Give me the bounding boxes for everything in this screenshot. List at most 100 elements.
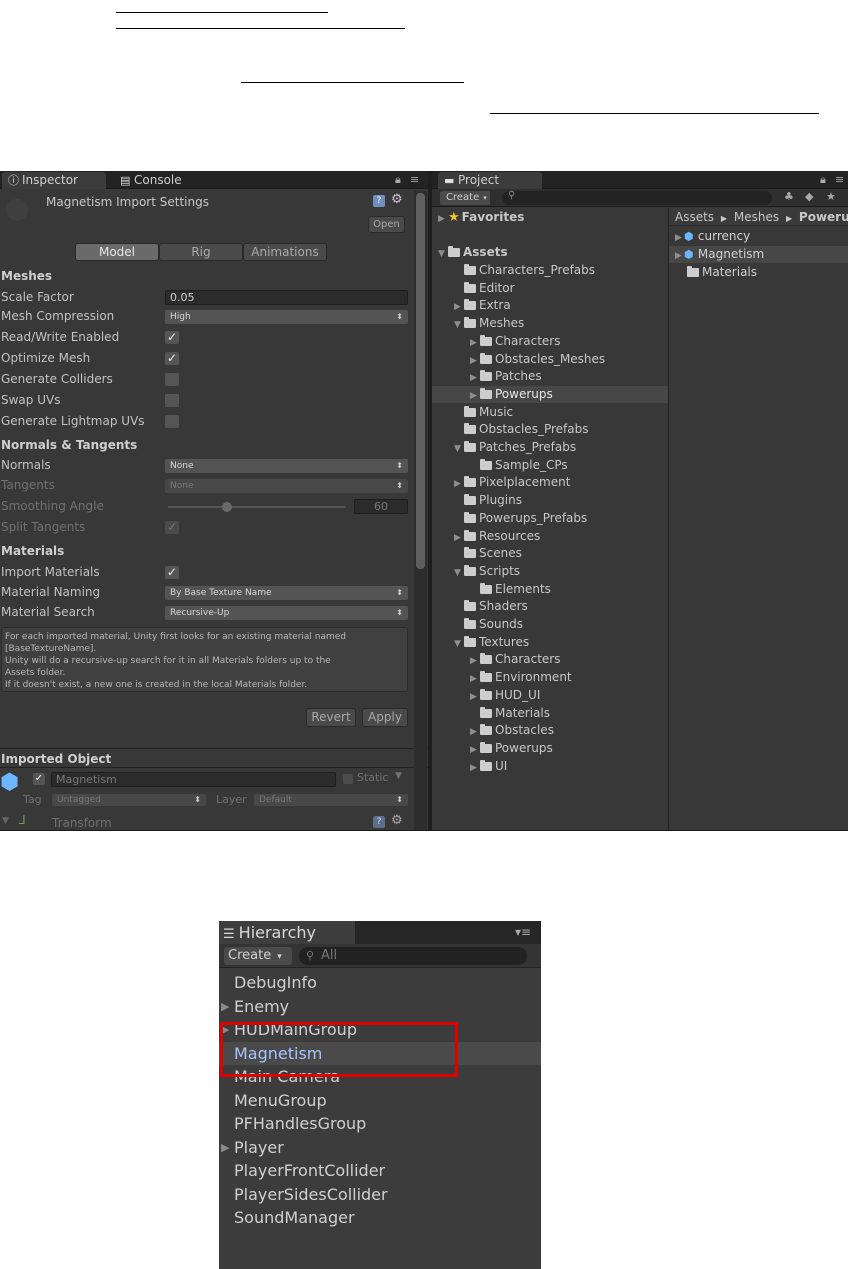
tree-item[interactable]: ▶ Powerups <box>432 740 668 757</box>
tab-menu-icon[interactable]: ≡ <box>410 173 419 186</box>
tree-item[interactable]: ▼ Textures <box>432 634 668 651</box>
tab-project[interactable]: ▬ Project <box>438 172 542 189</box>
open-button[interactable]: Open <box>368 216 405 233</box>
assets-row[interactable]: ▼ Assets <box>432 244 668 261</box>
tree-item[interactable]: Editor <box>432 280 668 297</box>
tree-item[interactable]: Scenes <box>432 545 668 562</box>
collapse-arrow-icon[interactable]: ▼ <box>454 441 464 458</box>
expand-arrow-icon[interactable]: ▶ <box>454 476 464 493</box>
expand-arrow-icon[interactable]: ▶ <box>675 233 682 243</box>
hierarchy-item[interactable]: PlayerSidesCollider <box>219 1183 541 1206</box>
tab-menu-icon[interactable]: ▾≡ <box>515 925 531 939</box>
hierarchy-item[interactable]: PlayerFrontCollider <box>219 1159 541 1182</box>
lock-icon[interactable]: 🔒︎ <box>395 173 401 187</box>
inspector-scrollbar[interactable] <box>414 191 427 830</box>
file-item[interactable]: ▶ ⬢ currency <box>669 228 848 245</box>
breadcrumb-item[interactable]: Powerups <box>799 210 848 224</box>
tree-item[interactable]: Shaders <box>432 598 668 615</box>
filter-type-icon[interactable]: ♣ <box>784 190 794 203</box>
read-write-checkbox[interactable]: ✓ <box>165 331 179 344</box>
expand-arrow-icon[interactable]: ▶ <box>470 353 480 370</box>
transform-help-icon[interactable]: ? <box>373 816 385 828</box>
hierarchy-item[interactable]: PFHandlesGroup <box>219 1112 541 1135</box>
inspector-scrollbar-thumb[interactable] <box>416 193 425 569</box>
object-active-checkbox[interactable]: ✓ <box>33 773 45 785</box>
layer-dropdown[interactable]: Default ⬍ <box>254 794 408 806</box>
expand-arrow-icon[interactable]: ▶ <box>221 1136 229 1159</box>
tree-item[interactable]: ▶ Obstacles_Meshes <box>432 351 668 368</box>
apply-button[interactable]: Apply <box>362 708 408 727</box>
tree-item[interactable]: Sounds <box>432 616 668 633</box>
collapse-arrow-icon[interactable]: ▼ <box>454 636 464 653</box>
collapse-arrow-icon[interactable]: ▼ <box>454 565 464 582</box>
transform-gear-icon[interactable]: ⚙ <box>391 813 403 828</box>
tab-hierarchy[interactable]: ☰ Hierarchy <box>219 921 355 944</box>
hierarchy-item[interactable]: ▶ Enemy <box>219 995 541 1018</box>
tree-item[interactable]: Elements <box>432 581 668 598</box>
tree-item[interactable]: ▶ Resources <box>432 528 668 545</box>
hierarchy-item[interactable]: ▶ Player <box>219 1136 541 1159</box>
tree-item[interactable]: ▶ Pixelplacement <box>432 474 668 491</box>
transform-foldout-icon[interactable]: ▼ <box>2 816 9 826</box>
tree-item[interactable]: ▶ Characters <box>432 333 668 350</box>
revert-button[interactable]: Revert <box>306 708 356 727</box>
tree-item[interactable]: ▼ Patches_Prefabs <box>432 439 668 456</box>
create-dropdown[interactable]: Create ▾ <box>440 191 490 205</box>
file-item[interactable]: Materials <box>669 264 848 281</box>
hierarchy-item[interactable]: SoundManager <box>219 1206 541 1229</box>
expand-arrow-icon[interactable]: ▶ <box>470 653 480 670</box>
tree-splitter[interactable] <box>668 208 669 830</box>
expand-arrow-icon[interactable]: ▶ <box>221 995 229 1018</box>
expand-arrow-icon[interactable]: ▶ <box>470 760 480 777</box>
expand-arrow-icon[interactable]: ▶ <box>470 724 480 741</box>
expand-arrow-icon[interactable]: ▶ <box>470 335 480 352</box>
tree-item[interactable]: ▼ Scripts <box>432 563 668 580</box>
tree-item[interactable]: Characters_Prefabs <box>432 262 668 279</box>
tree-item[interactable]: Obstacles_Prefabs <box>432 421 668 438</box>
expand-arrow-icon[interactable]: ▶ <box>454 530 464 547</box>
tree-item[interactable]: Plugins <box>432 492 668 509</box>
favorites-row[interactable]: ▶ ★ Favorites <box>432 209 668 226</box>
static-checkbox[interactable] <box>343 774 353 784</box>
tree-item[interactable]: Sample_CPs <box>432 457 668 474</box>
filter-label-icon[interactable]: ◆ <box>805 190 813 203</box>
expand-arrow-icon[interactable]: ▶ <box>470 689 480 706</box>
hierarchy-item[interactable]: DebugInfo <box>219 971 541 994</box>
tree-item[interactable]: ▶ Patches <box>432 368 668 385</box>
gear-icon[interactable]: ⚙ <box>391 192 403 207</box>
hierarchy-search-input[interactable]: ⚲ All <box>299 947 527 965</box>
expand-arrow-icon[interactable]: ▶ <box>470 388 480 405</box>
help-icon[interactable]: ? <box>373 195 385 207</box>
tree-item[interactable]: ▶ HUD_UI <box>432 687 668 704</box>
expand-arrow-icon[interactable]: ▶ <box>470 671 480 688</box>
tag-dropdown[interactable]: Untagged ⬍ <box>52 794 206 806</box>
tab-menu-icon[interactable]: ≡ <box>835 173 844 186</box>
expand-arrow-icon[interactable]: ▶ <box>454 299 464 316</box>
import-materials-checkbox[interactable]: ✓ <box>165 566 179 579</box>
file-item[interactable]: ▶ ⬢ Magnetism <box>669 246 848 263</box>
search-input[interactable]: ⚲ <box>502 190 772 205</box>
tree-item[interactable]: ▶ Extra <box>432 297 668 314</box>
expand-arrow-icon[interactable]: ▶ <box>470 742 480 759</box>
normals-dropdown[interactable]: None ⬍ <box>165 459 408 473</box>
tree-item[interactable]: ▶ Obstacles <box>432 722 668 739</box>
generate-colliders-checkbox[interactable] <box>165 373 179 386</box>
breadcrumb-item[interactable]: Assets <box>675 210 714 224</box>
tree-item[interactable]: ▶ Powerups <box>432 385 668 405</box>
tab-animations[interactable]: Animations <box>243 243 327 261</box>
object-name-input[interactable]: Magnetism <box>51 772 336 787</box>
tree-item[interactable]: ▶ Characters <box>432 651 668 668</box>
tab-model[interactable]: Model <box>75 243 159 261</box>
tab-console[interactable]: ▤ Console <box>114 172 214 189</box>
hierarchy-create-dropdown[interactable]: Create ▾ <box>224 947 292 965</box>
static-dropdown-icon[interactable]: ▼ <box>395 771 402 781</box>
expand-arrow-icon[interactable]: ▶ <box>675 251 682 261</box>
scale-factor-input[interactable]: 0.05 <box>165 290 408 305</box>
lightmap-uvs-checkbox[interactable] <box>165 415 179 428</box>
tree-item[interactable]: Music <box>432 404 668 421</box>
tree-item[interactable]: ▼ Meshes <box>432 315 668 332</box>
tree-item[interactable]: Materials <box>432 705 668 722</box>
expand-arrow-icon[interactable]: ▶ <box>470 370 480 387</box>
material-search-dropdown[interactable]: Recursive-Up ⬍ <box>165 606 408 620</box>
breadcrumb-item[interactable]: Meshes <box>734 210 779 224</box>
